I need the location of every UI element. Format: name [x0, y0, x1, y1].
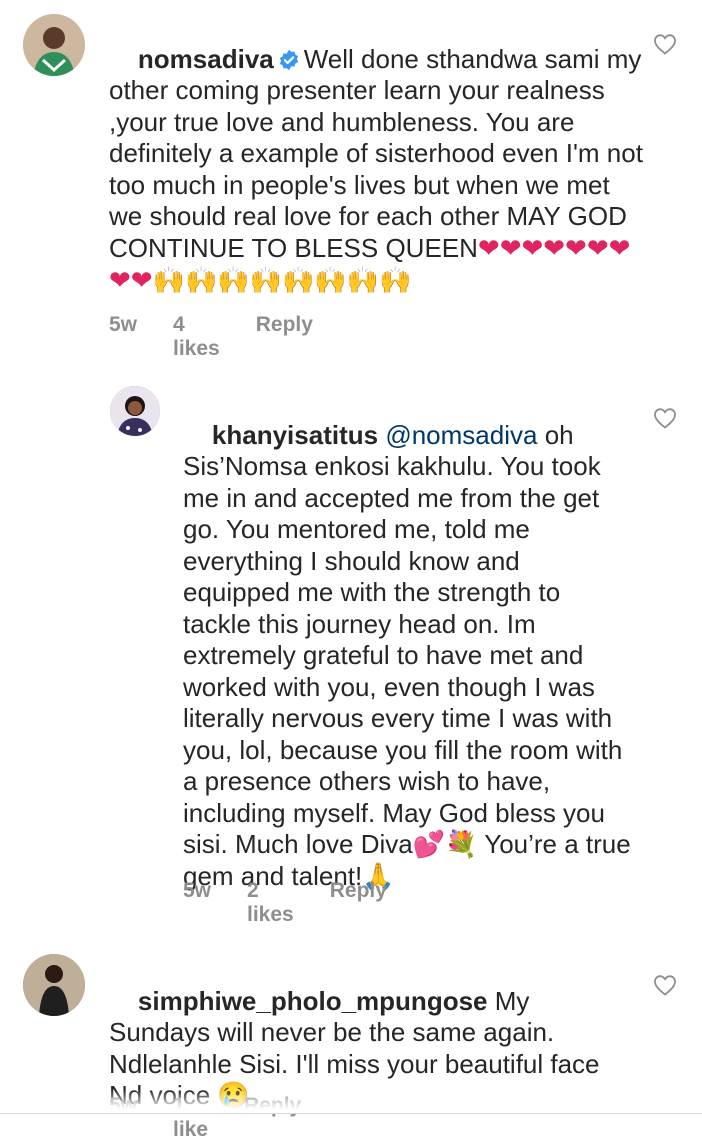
mention-link[interactable]: @nomsadiva: [385, 420, 537, 450]
scroll-fade: [0, 1090, 702, 1113]
comment-time[interactable]: 5w: [109, 313, 137, 361]
comment-text: Well done sthandwa sami my other coming …: [109, 43, 651, 263]
comment-body: nomsadiva Well done sthandwa sami my othe…: [109, 12, 649, 329]
heart-outline-icon[interactable]: [653, 407, 677, 429]
avatar[interactable]: [23, 14, 85, 76]
likes-count[interactable]: 2 likes: [247, 879, 294, 927]
comment-body: khanyisatitus @nomsadiva oh Sis’Nomsa en…: [183, 388, 633, 924]
username[interactable]: nomsadiva: [138, 44, 274, 74]
avatar[interactable]: [23, 954, 85, 1016]
avatar[interactable]: [110, 386, 160, 436]
comment-meta: 5w 4 likes Reply: [109, 313, 349, 361]
reply-button[interactable]: Reply: [256, 313, 313, 361]
username[interactable]: simphiwe_pholo_mpungose: [138, 986, 488, 1016]
likes-count[interactable]: 4 likes: [173, 313, 220, 361]
divider: [0, 1113, 702, 1114]
comment-meta: 5w 2 likes Reply: [183, 879, 423, 927]
avatar-simphiwe-image: [23, 954, 85, 1016]
reply-button[interactable]: Reply: [330, 879, 387, 927]
username[interactable]: khanyisatitus: [212, 420, 378, 450]
heart-outline-icon[interactable]: [653, 974, 677, 996]
verified-badge-icon: [279, 49, 298, 70]
comment-text: oh Sis’Nomsa enkosi kakhulu. You took me…: [183, 419, 638, 891]
comment-time[interactable]: 5w: [183, 879, 211, 927]
heart-outline-icon[interactable]: [653, 33, 677, 55]
avatar-nomsadiva-image: [23, 14, 85, 76]
avatar-khanyisatitus-image: [110, 386, 160, 436]
